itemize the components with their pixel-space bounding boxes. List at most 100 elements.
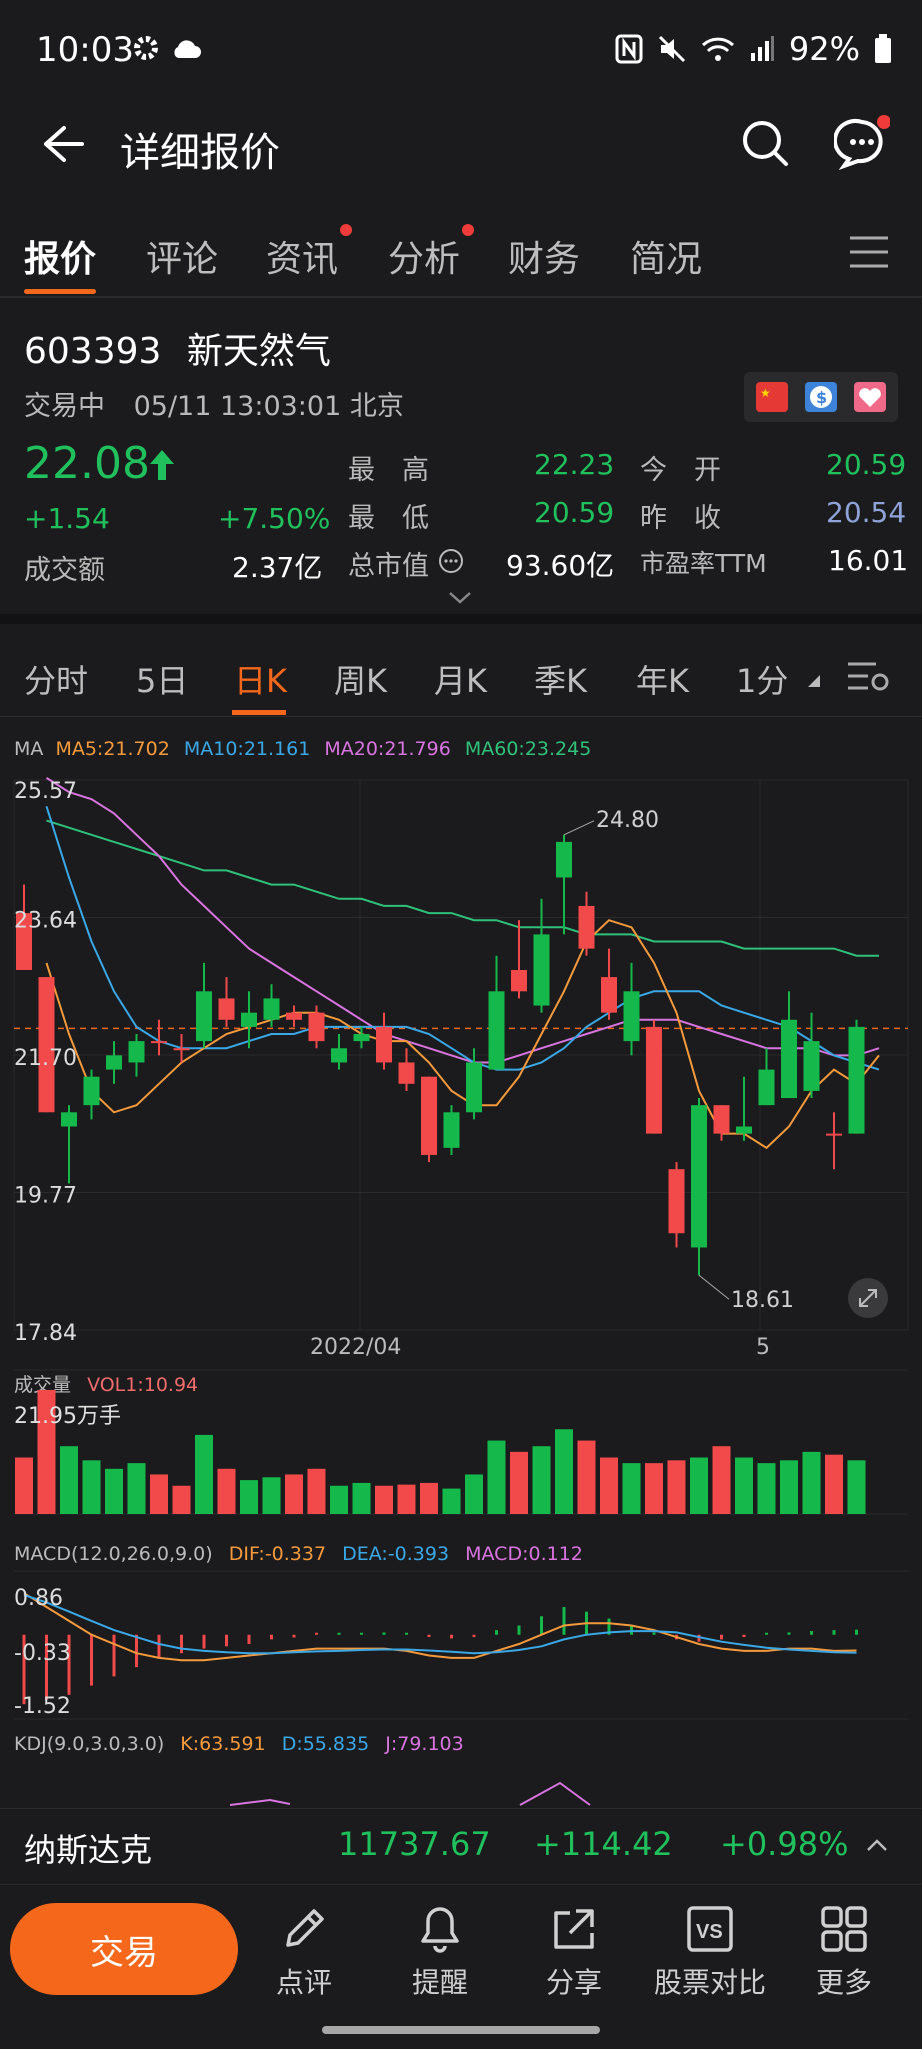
tab-daily-k[interactable]: 日K: [234, 656, 287, 702]
chevron-up-icon[interactable]: [866, 1837, 888, 1856]
turnover-value: 2.37亿: [232, 551, 323, 584]
candle-body: [38, 977, 55, 1113]
volume-bar: [105, 1468, 123, 1514]
status-time: 10:03: [36, 30, 134, 70]
trade-button[interactable]: 交易: [10, 1903, 238, 1995]
tab-weekly-k[interactable]: 周K: [334, 656, 387, 702]
divider: [0, 716, 922, 717]
volume-bar: [847, 1460, 866, 1514]
heart-icon[interactable]: [854, 382, 886, 412]
index-change-pct: +0.98%: [720, 1825, 849, 1863]
search-icon[interactable]: [740, 118, 790, 172]
share-icon: [554, 1909, 594, 1949]
tab-quote[interactable]: 报价: [24, 230, 96, 282]
index-ticker-bar[interactable]: 纳斯达克 11737.67 +114.42 +0.98%: [0, 1808, 922, 1884]
share-button[interactable]: 分享: [514, 1903, 634, 2001]
chart-settings-icon[interactable]: [846, 658, 890, 698]
alert-button[interactable]: 提醒: [380, 1903, 500, 2001]
signal-icon: [750, 36, 774, 61]
wifi-icon: [701, 37, 734, 61]
candle-body: [736, 1126, 752, 1134]
tab-intraday[interactable]: 分时: [24, 656, 88, 702]
compare-button[interactable]: VS 股票对比: [650, 1903, 770, 2001]
notification-dot: [462, 224, 475, 236]
ma10-value: MA10:21.161: [183, 738, 311, 760]
volume-bar: [240, 1480, 258, 1514]
tab-1min[interactable]: 1分: [736, 656, 788, 702]
more-info-icon[interactable]: [438, 548, 464, 578]
svg-text:★: ★: [760, 386, 771, 400]
svg-text:$: $: [816, 388, 827, 407]
message-icon[interactable]: [832, 114, 891, 174]
min-marker-line: [698, 1274, 730, 1300]
more-label: 更多: [815, 1966, 872, 1999]
tab-monthly-k[interactable]: 月K: [434, 656, 487, 702]
volume-bar: [735, 1457, 753, 1514]
ma5-line: [45, 919, 880, 1150]
volume-bar: [532, 1446, 551, 1514]
pe-value: 16.01: [828, 544, 909, 577]
tab-comments[interactable]: 评论: [146, 230, 218, 282]
volume-bar: [600, 1457, 618, 1514]
share-label: 分享: [545, 1966, 602, 1999]
tab-profile[interactable]: 简况: [630, 230, 702, 282]
max-marker-line: [563, 820, 595, 836]
volume-bar: [442, 1488, 461, 1514]
macd-tick-label: 0.86: [14, 1586, 63, 1611]
tab-label: 分析: [388, 239, 461, 280]
notification-dot: [340, 224, 353, 236]
pe-label: 市盈率TTM: [640, 549, 767, 578]
volume-max: 21.95万手: [14, 1404, 121, 1429]
battery-icon: [875, 34, 891, 63]
vs-icon: VS: [687, 1906, 733, 1952]
volume-bar: [172, 1485, 191, 1514]
menu-icon[interactable]: [848, 232, 890, 276]
active-chart-tab-indicator: [232, 710, 286, 715]
more-button[interactable]: 更多: [784, 1903, 904, 2001]
volume-bar: [622, 1463, 641, 1514]
candle-body: [421, 1076, 437, 1155]
low-label: 最 低: [348, 503, 429, 534]
tab-analysis[interactable]: 分析: [388, 224, 475, 282]
chevron-down-icon[interactable]: [448, 590, 472, 609]
candle-body: [106, 1055, 122, 1070]
max-price-label: 24.80: [596, 808, 659, 833]
tab-label: 资讯: [266, 239, 339, 280]
volume-bar: [465, 1474, 483, 1514]
ma20-value: MA20:21.796: [324, 738, 451, 760]
volume-bar: [82, 1460, 101, 1514]
tab-quarterly-k[interactable]: 季K: [534, 656, 587, 702]
candle-body: [713, 1105, 730, 1134]
y-tick-label: 25.57: [14, 779, 77, 804]
mute-icon: [658, 35, 685, 63]
volume-bar: [375, 1485, 393, 1514]
turnover-label: 成交额: [24, 555, 105, 586]
back-arrow-icon[interactable]: [38, 120, 86, 172]
open-value: 20.59: [826, 448, 907, 481]
expand-icon[interactable]: [848, 1278, 888, 1318]
volume-bar: [510, 1451, 528, 1514]
tab-yearly-k[interactable]: 年K: [636, 656, 689, 702]
volume-bar: [712, 1446, 731, 1514]
dropdown-triangle-icon[interactable]: [806, 672, 820, 691]
cloud-icon: [170, 38, 202, 64]
volume-bar: [780, 1460, 798, 1514]
volume-bar: [195, 1434, 213, 1514]
tab-finance[interactable]: 财务: [508, 230, 580, 282]
volume-bar: [487, 1440, 506, 1514]
price-change: +1.54: [24, 502, 110, 535]
volume-bar: [757, 1463, 776, 1514]
stock-chart[interactable]: 25.57 23.64 21.70 19.77 17.84 2022/04 5 24.80 18…: [0, 760, 922, 1808]
pencil-icon: [286, 1909, 324, 1947]
tab-label: 简况: [630, 239, 703, 280]
macd-tick-label: -1.52: [14, 1694, 71, 1719]
x-tick-label: 5: [756, 1335, 770, 1360]
review-button[interactable]: 点评: [244, 1903, 364, 2001]
ma-lines: [45, 777, 880, 1150]
prev-close-value: 20.54: [826, 496, 907, 529]
tab-5day[interactable]: 5日: [136, 656, 188, 702]
tab-news[interactable]: 资讯: [266, 224, 353, 282]
candle-body: [623, 991, 640, 1042]
y-tick-label: 21.70: [14, 1046, 77, 1071]
index-value: 11737.67: [338, 1825, 491, 1863]
